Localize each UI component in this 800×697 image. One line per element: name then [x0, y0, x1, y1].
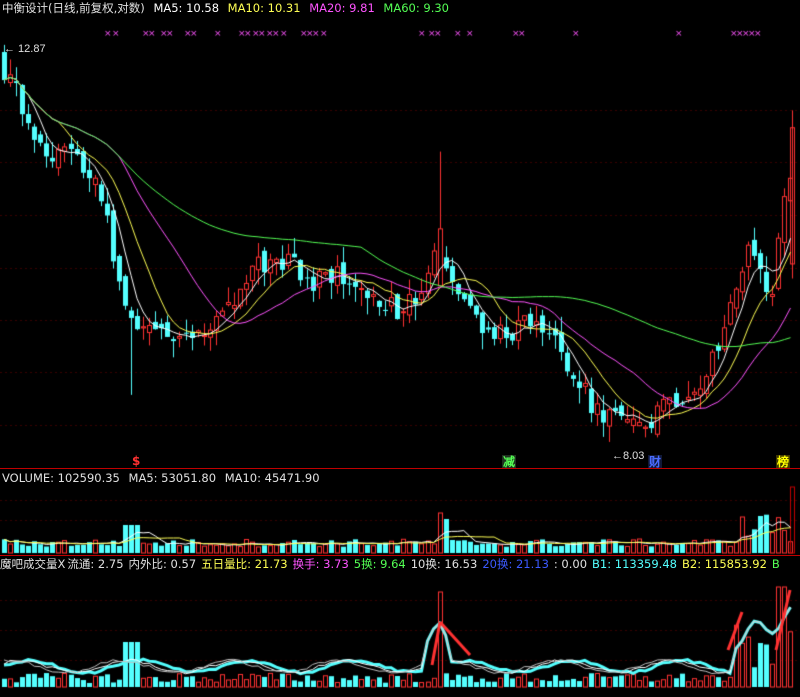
low-price-note: ←8.03	[612, 450, 645, 462]
panel-separator-price	[0, 468, 800, 469]
indicator-zero: : 0.00	[553, 557, 588, 571]
indicator-panel-header: 魔吧成交量X 流通: 2.75 内外比: 0.57 五日量比: 21.73 换手: 3.…	[0, 556, 785, 572]
volume-ma5-label: MA5: 53051.80	[128, 471, 217, 485]
price-panel-header: 中衡设计(日线,前复权,对数) MA5: 10.58 MA10: 10.31 M…	[2, 0, 454, 16]
signal-marker-finance: 财	[648, 455, 663, 469]
signal-marker-reduce: 减	[502, 455, 517, 469]
indicator-10-turnover: 10换: 16.53	[410, 557, 478, 571]
stock-chart-canvas[interactable]	[0, 0, 800, 697]
volume-ma10-label: MA10: 45471.90	[224, 471, 320, 485]
indicator-name: 魔吧成交量X	[0, 557, 66, 571]
indicator-20-turnover: 20换: 21.13	[482, 557, 549, 571]
ma5-label: MA5: 10.58	[153, 1, 220, 15]
indicator-b2: B2: 115853.92	[681, 557, 767, 571]
indicator-float: 流通: 2.75	[67, 557, 124, 571]
volume-label: VOLUME: 102590.35	[2, 471, 120, 485]
indicator-5-turnover: 5换: 9.64	[353, 557, 406, 571]
volume-panel-header: VOLUME: 102590.35 MA5: 53051.80 MA10: 45…	[2, 470, 325, 486]
stock-title: 中衡设计(日线,前复权,对数)	[2, 1, 145, 15]
ma20-label: MA20: 9.81	[309, 1, 375, 15]
ma60-label: MA60: 9.30	[383, 1, 449, 15]
indicator-5day-ratio: 五日量比: 21.73	[201, 557, 288, 571]
ma10-label: MA10: 10.31	[227, 1, 301, 15]
indicator-b: B	[771, 557, 780, 571]
signal-marker-ranking: 榜	[776, 455, 791, 469]
indicator-inout-ratio: 内外比: 0.57	[128, 557, 197, 571]
high-price-note: ← 12.87	[4, 43, 46, 55]
indicator-b1: B1: 113359.48	[592, 557, 677, 571]
signal-marker-dollar: $	[132, 454, 141, 468]
indicator-turnover: 换手: 3.73	[292, 557, 349, 571]
